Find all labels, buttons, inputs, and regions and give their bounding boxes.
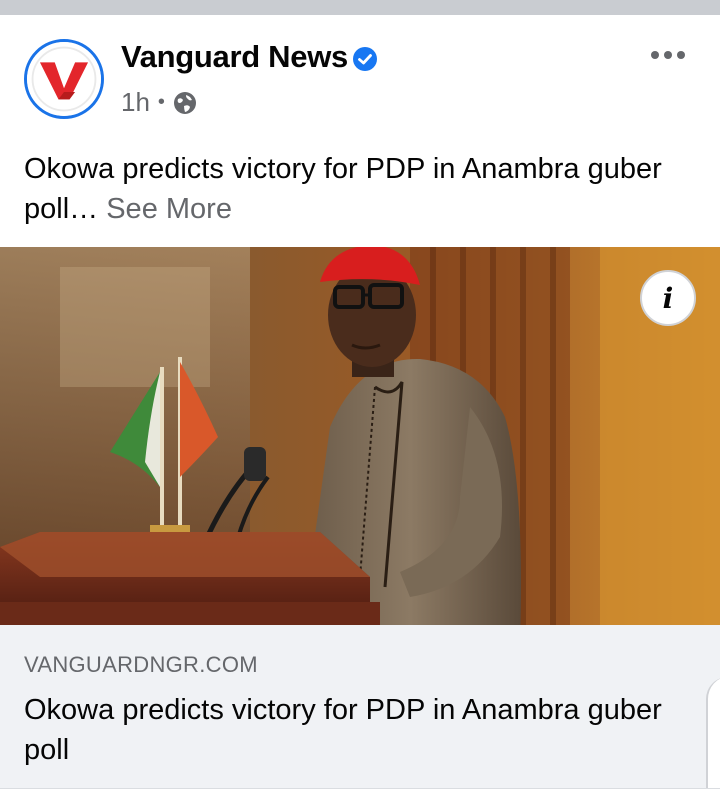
- post-meta: 1h •: [121, 87, 197, 118]
- vanguard-logo-icon: [27, 42, 101, 116]
- link-preview[interactable]: VANGUARDNGR.COM Okowa predicts victory f…: [0, 625, 720, 797]
- post-photo[interactable]: [0, 247, 720, 625]
- more-options-button[interactable]: [640, 37, 696, 73]
- link-domain: VANGUARDNGR.COM: [24, 652, 258, 677]
- post-text: Okowa predicts victory for PDP in Anambr…: [24, 149, 684, 229]
- info-button[interactable]: i: [640, 270, 696, 326]
- more-dot: [664, 51, 672, 59]
- speaker-photo-image: [0, 247, 720, 625]
- timestamp[interactable]: 1h: [121, 87, 150, 118]
- see-more-link[interactable]: See More: [106, 193, 232, 225]
- page-name[interactable]: Vanguard News: [121, 39, 348, 75]
- meta-separator: •: [157, 91, 165, 113]
- post-footer-divider: [0, 788, 720, 799]
- more-dot: [651, 51, 659, 59]
- link-title[interactable]: Okowa predicts victory for PDP in Anambr…: [24, 690, 684, 770]
- avatar[interactable]: [24, 39, 104, 119]
- feed-divider: [0, 0, 720, 15]
- overlay-edge: [706, 677, 720, 797]
- verified-badge-icon: [353, 47, 377, 71]
- globe-icon: [173, 91, 196, 114]
- more-dot: [677, 51, 685, 59]
- post-card: Vanguard News 1h • Okowa predicts victor…: [0, 15, 720, 799]
- post-header: Vanguard News 1h •: [0, 15, 720, 130]
